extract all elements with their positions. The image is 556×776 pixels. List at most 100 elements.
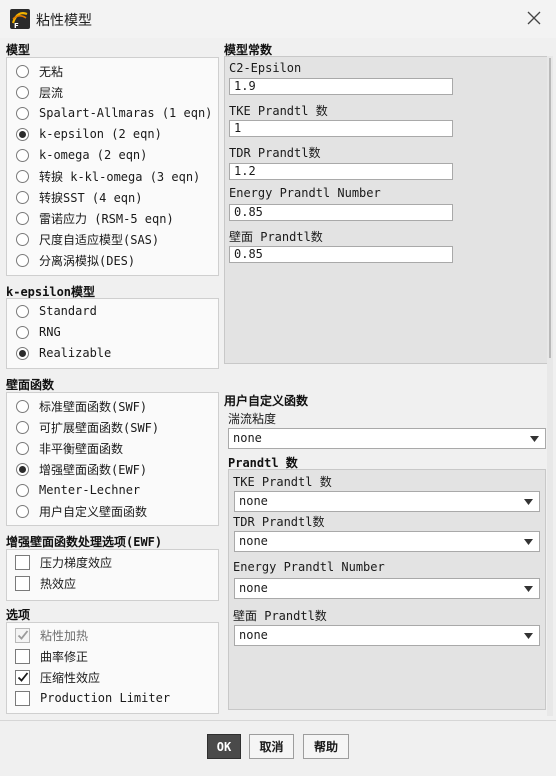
radio-indicator — [16, 127, 29, 141]
energy-prandtl-input[interactable]: 0.85 — [229, 204, 453, 221]
c2-epsilon-label: C2-Epsilon — [229, 61, 302, 75]
tdr-prandtl-label: TDR Prandtl数 — [229, 146, 321, 160]
radio-standard[interactable]: Standard — [7, 301, 97, 321]
energy-prandtl-label: Energy Prandtl Number — [229, 186, 381, 200]
radio-label: k-epsilon (2 eqn) — [39, 127, 162, 141]
radio-indicator — [16, 190, 29, 204]
radio-indicator — [16, 64, 29, 78]
select-value: none — [239, 494, 268, 508]
radio-label: RNG — [39, 325, 61, 339]
wall-prandtl-udf-label: 壁面 Prandtl数 — [233, 609, 327, 623]
chevron-down-icon — [530, 436, 539, 442]
radio-sas[interactable]: 尺度自适应模型(SAS) — [7, 229, 159, 249]
c2-epsilon-input[interactable]: 1.9 — [229, 78, 453, 95]
radio-label: Spalart-Allmaras (1 eqn) — [39, 106, 213, 120]
radio-indicator — [16, 346, 29, 360]
radio-rng[interactable]: RNG — [7, 322, 61, 342]
radio-des[interactable]: 分离涡模拟(DES) — [7, 250, 135, 270]
scrollbar-thumb[interactable] — [549, 58, 551, 358]
radio-indicator — [16, 504, 29, 518]
radio-non-equilibrium-wall-fn[interactable]: 非平衡壁面函数 — [7, 438, 123, 458]
radio-indicator — [16, 106, 29, 120]
checkmark-icon — [17, 672, 28, 682]
wall-prandtl-udf-select[interactable]: none — [234, 625, 540, 646]
ok-button[interactable]: OK — [207, 734, 241, 759]
tke-prandtl-input[interactable]: 1 — [229, 120, 453, 137]
radio-realizable[interactable]: Realizable — [7, 343, 111, 363]
radio-indicator — [16, 304, 29, 318]
radio-indicator — [16, 148, 29, 162]
radio-indicator — [16, 211, 29, 225]
svg-text:F: F — [14, 22, 19, 29]
checkbox-thermal-effects[interactable]: 热效应 — [7, 573, 76, 593]
wall-function-group: 标准壁面函数(SWF) 可扩展壁面函数(SWF) 非平衡壁面函数 增强壁面函数(… — [6, 392, 219, 526]
cancel-button[interactable]: 取消 — [249, 734, 294, 759]
checkbox-box — [15, 669, 30, 685]
model-constants-panel: C2-Epsilon 1.9 TKE Prandtl 数 1 TDR Prand… — [224, 56, 551, 364]
ewf-options-group: 压力梯度效应 热效应 — [6, 549, 219, 601]
radio-k-omega[interactable]: k-omega (2 eqn) — [7, 145, 147, 165]
tdr-prandtl-udf-select[interactable]: none — [234, 531, 540, 552]
radio-label: 无粘 — [39, 64, 64, 79]
radio-user-defined-wall-fn[interactable]: 用户自定义壁面函数 — [7, 501, 147, 521]
checkmark-icon — [17, 630, 28, 640]
wall-prandtl-input[interactable]: 0.85 — [229, 246, 453, 263]
tke-prandtl-label: TKE Prandtl 数 — [229, 104, 328, 118]
radio-indicator — [16, 441, 29, 455]
tdr-prandtl-udf-label: TDR Prandtl数 — [233, 515, 325, 529]
radio-label: 转捩 k-kl-omega (3 eqn) — [39, 169, 201, 184]
chevron-down-icon — [524, 499, 533, 505]
turbulent-viscosity-select[interactable]: none — [228, 428, 546, 449]
radio-label: Standard — [39, 304, 97, 318]
tke-prandtl-udf-label: TKE Prandtl 数 — [233, 475, 332, 489]
model-heading: 模型 — [6, 43, 31, 57]
radio-label: 可扩展壁面函数(SWF) — [39, 420, 160, 435]
window-title: 粘性模型 — [36, 13, 92, 29]
footer-divider — [0, 720, 556, 721]
checkbox-compressibility-effects[interactable]: 压缩性效应 — [7, 667, 100, 687]
chevron-down-icon — [524, 539, 533, 545]
radio-reynolds-stress[interactable]: 雷诺应力 (RSM-5 eqn) — [7, 208, 174, 228]
radio-indicator — [16, 85, 29, 99]
fluent-app-icon: F — [10, 9, 30, 30]
radio-scalable-wall-fn[interactable]: 可扩展壁面函数(SWF) — [7, 417, 159, 437]
radio-indicator — [16, 253, 29, 267]
checkbox-pressure-gradient-effects[interactable]: 压力梯度效应 — [7, 552, 112, 572]
radio-label: 标准壁面函数(SWF) — [39, 399, 148, 414]
checkbox-label: 粘性加热 — [40, 628, 89, 643]
chevron-down-icon — [524, 633, 533, 639]
tke-prandtl-udf-select[interactable]: none — [234, 491, 540, 512]
wall-prandtl-label: 壁面 Prandtl数 — [229, 230, 323, 244]
checkbox-label: 曲率修正 — [40, 649, 89, 664]
radio-standard-wall-fn[interactable]: 标准壁面函数(SWF) — [7, 396, 147, 416]
ewf-options-heading: 增强壁面函数处理选项(EWF) — [6, 535, 163, 549]
radio-enhanced-wall-treatment[interactable]: 增强壁面函数(EWF) — [7, 459, 147, 479]
energy-prandtl-udf-select[interactable]: none — [234, 578, 540, 599]
turbulent-viscosity-label: 湍流粘度 — [228, 412, 277, 426]
checkbox-production-limiter[interactable]: Production Limiter — [7, 688, 170, 708]
radio-label: 层流 — [39, 85, 64, 100]
help-button[interactable]: 帮助 — [303, 734, 349, 759]
tdr-prandtl-input[interactable]: 1.2 — [229, 163, 453, 180]
radio-transition-sst[interactable]: 转捩SST (4 eqn) — [7, 187, 142, 207]
checkbox-box — [15, 648, 30, 664]
radio-transition-k-kl-omega[interactable]: 转捩 k-kl-omega (3 eqn) — [7, 166, 200, 186]
radio-spalart-allmaras[interactable]: Spalart-Allmaras (1 eqn) — [7, 103, 212, 123]
radio-indicator — [16, 399, 29, 413]
k-epsilon-group: Standard RNG Realizable — [6, 298, 219, 369]
radio-k-epsilon[interactable]: k-epsilon (2 eqn) — [7, 124, 162, 144]
radio-label: 非平衡壁面函数 — [39, 441, 124, 456]
checkbox-curvature-correction[interactable]: 曲率修正 — [7, 646, 88, 666]
checkbox-label: 压力梯度效应 — [40, 555, 113, 570]
radio-label: 用户自定义壁面函数 — [39, 504, 148, 519]
radio-indicator — [16, 325, 29, 339]
select-value: none — [239, 534, 268, 548]
options-group: 粘性加热 曲率修正 压缩性效应 Production Limiter — [6, 622, 219, 714]
radio-menter-lechner[interactable]: Menter-Lechner — [7, 480, 140, 500]
close-icon[interactable] — [524, 8, 544, 28]
chevron-down-icon — [524, 586, 533, 592]
radio-inviscid[interactable]: 无粘 — [7, 61, 63, 81]
checkbox-viscous-heating: 粘性加热 — [7, 625, 88, 645]
radio-laminar[interactable]: 层流 — [7, 82, 63, 102]
checkbox-label: 压缩性效应 — [40, 670, 101, 685]
